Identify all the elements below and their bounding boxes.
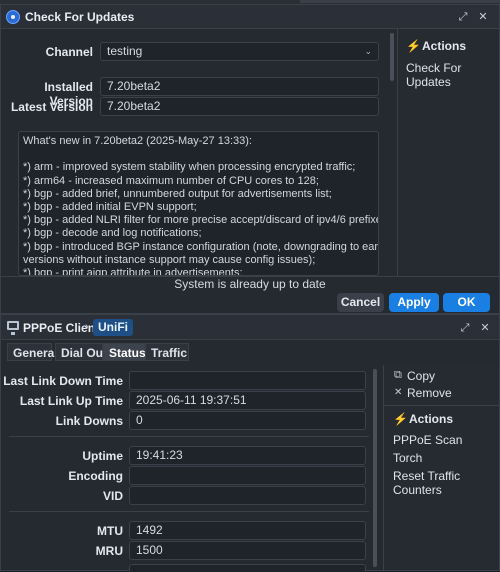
section-divider <box>9 511 369 512</box>
updates-titlebar[interactable]: Check For Updates ⤢ ✕ <box>1 5 499 29</box>
close-icon[interactable]: ✕ <box>477 320 493 336</box>
notes-line: *) bgp - introduced BGP instance configu… <box>23 240 379 253</box>
channel-label: Channel <box>45 45 93 59</box>
copy-icon: ⧉ <box>394 369 402 381</box>
close-icon[interactable]: ✕ <box>475 9 491 25</box>
mru-label: MRU <box>95 544 123 558</box>
restore-icon[interactable]: ⤢ <box>457 320 473 336</box>
updates-main-panel: Channel testing ⌄ Installed Version 7.20… <box>1 29 397 276</box>
mru-field[interactable]: 1500 <box>129 541 366 560</box>
pppoe-side-panel: ⧉ Copy ✕ Remove ⚡ Actions PPPoE Scan Tor… <box>383 365 500 570</box>
notes-line: *) arm - improved system stability when … <box>23 161 356 174</box>
tab-general[interactable]: General <box>7 343 58 361</box>
remove-icon: ✕ <box>394 387 403 398</box>
uptime-field[interactable]: 19:41:23 <box>129 446 366 465</box>
last-link-up-field[interactable]: 2025-06-11 19:37:51 <box>129 391 366 410</box>
uptime-label: Uptime <box>82 449 123 463</box>
check-for-updates-window: Check For Updates ⤢ ✕ Channel testing ⌄ … <box>0 4 500 314</box>
notes-line: *) arm64 - increased maximum number of C… <box>23 174 319 187</box>
tab-traffic[interactable]: Traffic <box>145 343 189 361</box>
breadcrumb-separator: › <box>85 321 89 333</box>
link-downs-label: Link Downs <box>55 414 123 428</box>
release-notes-textarea[interactable]: What's new in 7.20beta2 (2025-May-27 13:… <box>18 131 379 276</box>
mtu-label: MTU <box>97 524 123 538</box>
installed-version-field[interactable]: 7.20beta2 <box>100 77 379 96</box>
app-logo-icon <box>6 10 20 24</box>
apply-button[interactable]: Apply <box>389 293 439 312</box>
pppoe-client-window: PPPoE Client › UniFi ⤢ ✕ General Dial Ou… <box>0 314 500 572</box>
copy-action[interactable]: Copy <box>407 369 435 383</box>
updates-window-title: Check For Updates <box>25 10 135 24</box>
actions-icon: ⚡ <box>406 39 421 53</box>
cancel-button[interactable]: Cancel <box>337 293 384 312</box>
encoding-label: Encoding <box>68 469 123 483</box>
restore-icon[interactable]: ⤢ <box>455 9 471 25</box>
pppoe-scan-action[interactable]: PPPoE Scan <box>393 433 462 447</box>
channel-select[interactable]: testing ⌄ <box>100 42 379 61</box>
updates-scrollbar[interactable] <box>390 33 394 81</box>
vid-field[interactable] <box>129 486 366 505</box>
pppoe-status-panel: Last Link Down Time Last Link Up Time 20… <box>1 365 383 572</box>
tab-dial-out[interactable]: Dial Out <box>55 343 107 361</box>
last-link-up-label: Last Link Up Time <box>19 394 123 408</box>
side-divider <box>384 405 500 406</box>
tab-status[interactable]: Status <box>103 343 146 361</box>
latest-version-field[interactable]: 7.20beta2 <box>100 97 379 116</box>
notes-line: *) bgp - added brief, unnumbered output … <box>23 187 332 200</box>
remove-action[interactable]: Remove <box>407 386 452 400</box>
chevron-down-icon: ⌄ <box>364 46 372 56</box>
notes-line: *) bgp - print aigp attribute in adverti… <box>23 267 243 276</box>
latest-version-label: Latest Version <box>10 100 93 114</box>
updates-side-panel: ⚡ Actions Check For Updates <box>397 29 499 276</box>
notes-line: *) bgp - added initial EVPN support; <box>23 201 197 213</box>
torch-action[interactable]: Torch <box>393 451 422 465</box>
background-segment <box>300 0 500 3</box>
section-divider <box>9 436 369 437</box>
notes-line: What's new in 7.20beta2 (2025-May-27 13:… <box>23 135 252 147</box>
vid-label: VID <box>102 489 123 503</box>
notes-line <box>23 148 374 161</box>
actions-icon: ⚡ <box>393 412 408 426</box>
reset-traffic-counters-action[interactable]: Reset Traffic Counters <box>393 469 499 497</box>
interface-icon <box>7 321 19 335</box>
dialog-button-row: Cancel Apply OK <box>1 292 499 313</box>
check-for-updates-action[interactable]: Check For Updates <box>406 61 499 89</box>
actions-heading: Actions <box>422 39 467 53</box>
link-downs-field[interactable]: 0 <box>129 411 366 430</box>
pppoe-titlebar[interactable]: PPPoE Client › UniFi ⤢ ✕ <box>1 315 499 340</box>
update-status-text: System is already up to date <box>1 276 499 292</box>
mtu-field[interactable]: 1492 <box>129 521 366 540</box>
notes-line: *) bgp - added NLRI filter for more prec… <box>23 214 379 227</box>
encoding-field[interactable] <box>129 466 366 485</box>
channel-value: testing <box>107 44 143 58</box>
status-scrollbar[interactable] <box>373 369 377 567</box>
last-link-down-field[interactable] <box>129 371 366 390</box>
ok-button[interactable]: OK <box>443 293 490 312</box>
breadcrumb-unifi[interactable]: UniFi <box>93 319 133 336</box>
actions-heading: Actions <box>409 412 454 426</box>
last-link-down-label: Last Link Down Time <box>3 374 123 388</box>
notes-line: versions without instance support may ca… <box>23 253 316 266</box>
notes-line: *) bgp - decode and log notifications; <box>23 227 202 240</box>
